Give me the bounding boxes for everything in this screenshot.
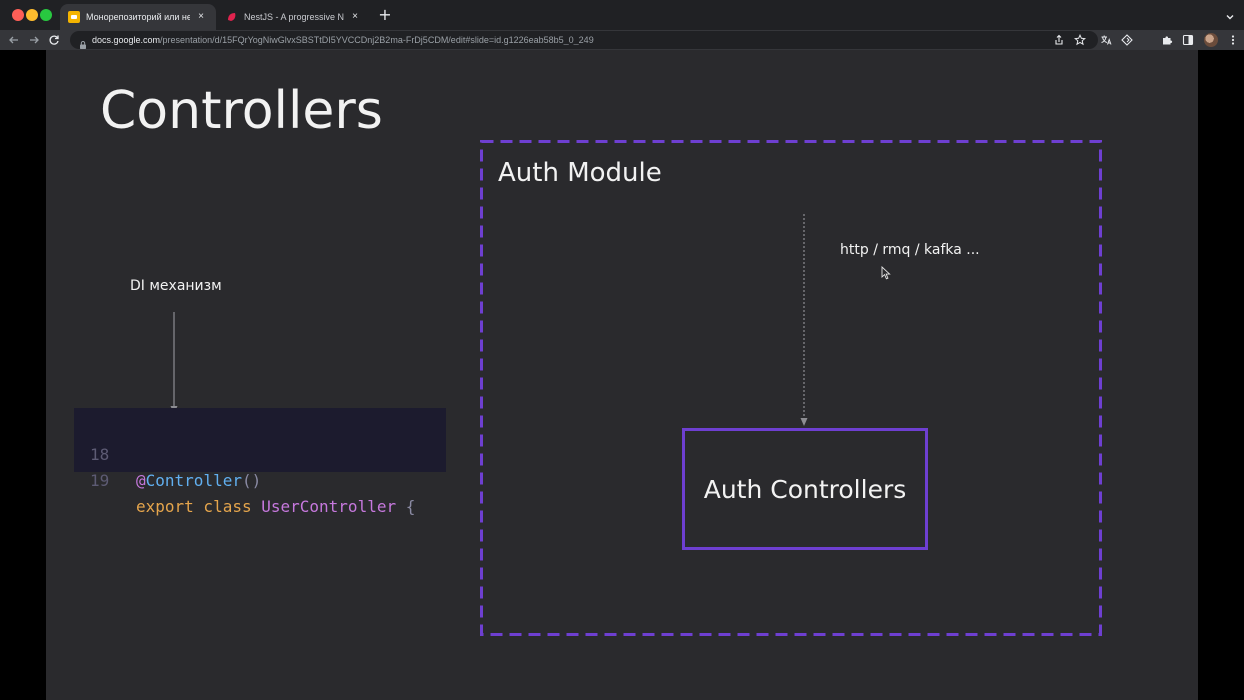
code-line-18: 18 @Controller()	[74, 416, 446, 490]
nestjs-icon	[226, 11, 238, 23]
code-snippet: 18 @Controller() 19 export class UserCon…	[74, 408, 446, 516]
di-arrow	[170, 312, 178, 414]
mouse-pointer-icon	[881, 266, 891, 280]
close-icon[interactable]: ×	[196, 12, 206, 22]
back-arrow-icon[interactable]	[6, 32, 22, 48]
tab-search-chevron-icon[interactable]	[1224, 8, 1236, 20]
tab-slides-presentation[interactable]: Монорепозиторий или нет - ×	[60, 4, 216, 30]
share-icon[interactable]	[1052, 33, 1066, 47]
profile-avatar[interactable]	[1204, 33, 1218, 47]
auth-module-label: Auth Module	[498, 158, 662, 188]
open-brace: {	[396, 497, 416, 516]
window-close-button[interactable]	[12, 9, 24, 21]
slide: Controllers DI механизм 18 @Controller()…	[46, 50, 1198, 700]
kebab-menu-icon[interactable]	[1226, 33, 1240, 47]
decorator-parens: ()	[241, 471, 262, 490]
code-text: export class UserController {	[136, 494, 415, 520]
url-text: docs.google.com/presentation/d/15FQrYogN…	[92, 35, 594, 45]
google-slides-icon	[68, 11, 80, 23]
tab-title: Монорепозиторий или нет -	[86, 12, 190, 22]
code-keywords: export class	[136, 497, 262, 516]
decorator-name: Controller	[145, 471, 242, 490]
class-name: UserController	[261, 497, 397, 516]
side-panel-icon[interactable]	[1181, 33, 1195, 47]
auth-controllers-box: Auth Controllers	[682, 428, 928, 550]
slide-title: Controllers	[100, 81, 383, 141]
browser-tab-strip: Монорепозиторий или нет - × NestJS - A p…	[0, 0, 1244, 30]
bookmark-star-icon[interactable]	[1073, 33, 1087, 47]
transport-dotted-arrow	[800, 214, 808, 426]
new-tab-button[interactable]: +	[378, 7, 392, 23]
url-path: /presentation/d/15FQrYogNiwGlvxSBSTtDI5Y…	[160, 35, 594, 45]
auth-module-box: Auth Module	[480, 140, 1102, 636]
extension-diamond-icon[interactable]	[1120, 33, 1134, 47]
extensions-puzzle-icon[interactable]	[1160, 33, 1174, 47]
window-minimize-button[interactable]	[26, 9, 38, 21]
translate-icon[interactable]	[1099, 33, 1113, 47]
code-text: @Controller()	[136, 468, 261, 494]
line-number: 19	[90, 471, 110, 490]
presentation-viewport: Controllers DI механизм 18 @Controller()…	[0, 50, 1244, 700]
auth-controllers-label: Auth Controllers	[703, 474, 907, 504]
url-host: docs.google.com	[92, 35, 161, 45]
module-dashed-border	[480, 140, 1102, 636]
code-line-19: 19 export class UserController {	[74, 442, 446, 516]
address-bar[interactable]: docs.google.com/presentation/d/15FQrYogN…	[70, 31, 1098, 49]
forward-arrow-icon[interactable]	[26, 32, 42, 48]
close-icon[interactable]: ×	[350, 12, 360, 22]
tab-title: NestJS - A progressive Node.js	[244, 12, 344, 22]
browser-toolbar: docs.google.com/presentation/d/15FQrYogN…	[0, 30, 1244, 50]
reload-icon[interactable]	[46, 32, 62, 48]
lock-icon[interactable]	[78, 35, 88, 49]
di-mechanism-label: DI механизм	[130, 278, 222, 294]
window-zoom-button[interactable]	[40, 9, 52, 21]
tab-nestjs[interactable]: NestJS - A progressive Node.js ×	[218, 4, 370, 30]
transport-label: http / rmq / kafka ...	[840, 242, 980, 258]
